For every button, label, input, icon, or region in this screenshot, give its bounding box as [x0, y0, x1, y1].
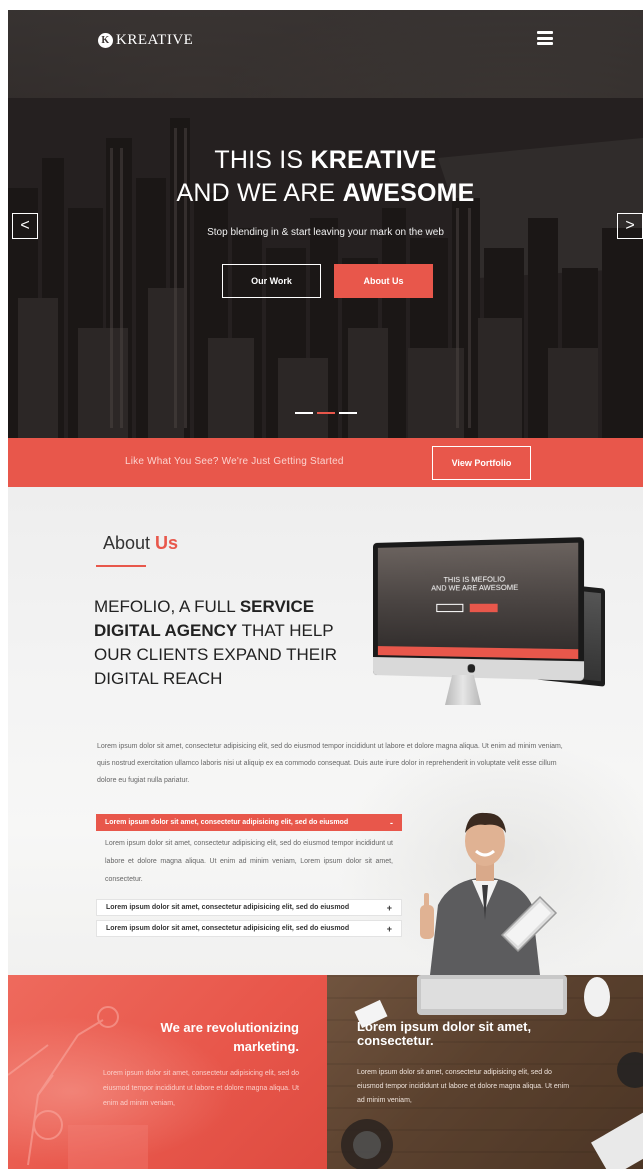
logo-mark-icon: K: [98, 33, 113, 48]
primary-monitor: THIS IS MEFOLIO AND WE ARE AWESOME: [373, 537, 585, 681]
revolutionizing-text: Lorem ipsum dolor sit amet, consectetur …: [103, 1070, 299, 1107]
collapse-icon: -: [390, 817, 393, 828]
chevron-left-icon[interactable]: <: [12, 213, 38, 239]
slider-dot-1[interactable]: [295, 412, 313, 414]
monitor-mini-title: THIS IS MEFOLIO AND WE ARE AWESOME: [378, 575, 578, 594]
businessman-image: [420, 812, 558, 975]
monitor-screen: THIS IS MEFOLIO AND WE ARE AWESOME: [377, 542, 579, 660]
hamburger-bar: [537, 31, 553, 34]
slider-dots: [295, 412, 357, 414]
hamburger-bar: [537, 42, 553, 45]
accordion-item-2-header[interactable]: Lorem ipsum dolor sit amet, consectetur …: [96, 899, 402, 916]
monitor-mini-button-solid: [469, 603, 498, 613]
accordion-item-1-header[interactable]: Lorem ipsum dolor sit amet, consectetur …: [96, 814, 402, 831]
about-title-underline: [96, 565, 146, 567]
hero-title-line1: THIS IS KREATIVE: [8, 144, 643, 177]
monitor-mockup-image: THIS IS MEFOLIO AND WE ARE AWESOME: [363, 535, 618, 725]
about-title-accent: Us: [155, 533, 179, 553]
view-portfolio-button[interactable]: View Portfolio: [432, 446, 531, 480]
monitor-mini-title-line2: AND WE ARE AWESOME: [431, 584, 519, 593]
hero-title-line1-normal: THIS IS: [214, 146, 311, 174]
apple-logo-icon: [373, 657, 585, 681]
about-us-button[interactable]: About Us: [334, 264, 433, 298]
logo-text: KREATIVE: [116, 32, 194, 48]
about-title: About Us: [103, 533, 178, 554]
desk-panel: Lorem ipsum dolor sit amet, consectetur.…: [327, 975, 643, 1169]
hamburger-bar: [537, 36, 553, 40]
monitor-stand: [445, 675, 481, 705]
desk-title: Lorem ipsum dolor sit amet, consectetur.: [357, 1019, 532, 1048]
slider-dot-3[interactable]: [339, 412, 357, 414]
expand-icon: +: [386, 902, 392, 913]
accordion-item-3-header[interactable]: Lorem ipsum dolor sit amet, consectetur …: [96, 920, 402, 937]
hero-title: THIS IS KREATIVE AND WE ARE AWESOME: [8, 144, 643, 210]
slider-dot-2[interactable]: [317, 412, 335, 414]
hero-title-line1-bold: KREATIVE: [310, 146, 437, 174]
hero-title-line2-normal: AND WE ARE: [176, 179, 343, 207]
logo[interactable]: K KREATIVE: [98, 32, 193, 49]
hero-subtitle: Stop blending in & start leaving your ma…: [207, 227, 444, 238]
about-section: About Us MEFOLIO, A FULL SERVICE DIGITAL…: [8, 487, 643, 975]
accordion-item-2-title: Lorem ipsum dolor sit amet, consectetur …: [106, 904, 350, 911]
hero-title-line2: AND WE ARE AWESOME: [8, 177, 643, 210]
our-work-button[interactable]: Our Work: [222, 264, 321, 298]
about-title-normal: About: [103, 533, 156, 553]
revolutionizing-panel: We are revolutionizing marketing. Lorem …: [8, 975, 327, 1169]
hero-overlay: [8, 10, 643, 438]
about-heading-part1: MEFOLIO, A FULL: [94, 597, 240, 616]
hamburger-icon[interactable]: [537, 31, 553, 45]
hero-section: K KREATIVE THIS IS KREATIVE AND WE ARE A…: [8, 10, 643, 438]
accordion: Lorem ipsum dolor sit amet, consectetur …: [96, 814, 402, 937]
accordion-item-3-title: Lorem ipsum dolor sit amet, consectetur …: [106, 925, 350, 932]
cta-strip: Like What You See? We're Just Getting St…: [8, 438, 643, 487]
monitor-mini-button-outline: [436, 603, 464, 613]
about-paragraph: Lorem ipsum dolor sit amet, consectetur …: [97, 743, 563, 784]
revolutionizing-title: We are revolutionizing marketing.: [160, 1020, 299, 1054]
hero-title-line2-bold: AWESOME: [342, 179, 475, 207]
accordion-item-1-body: Lorem ipsum dolor sit amet, consectetur …: [105, 840, 393, 883]
about-heading: MEFOLIO, A FULL SERVICE DIGITAL AGENCY T…: [94, 595, 354, 691]
desk-text: Lorem ipsum dolor sit amet, consectetur …: [357, 1069, 570, 1104]
accordion-item-1-title: Lorem ipsum dolor sit amet, consectetur …: [105, 819, 349, 826]
expand-icon: +: [386, 923, 392, 934]
chevron-right-icon[interactable]: >: [617, 213, 643, 239]
cta-text: Like What You See? We're Just Getting St…: [125, 456, 344, 467]
